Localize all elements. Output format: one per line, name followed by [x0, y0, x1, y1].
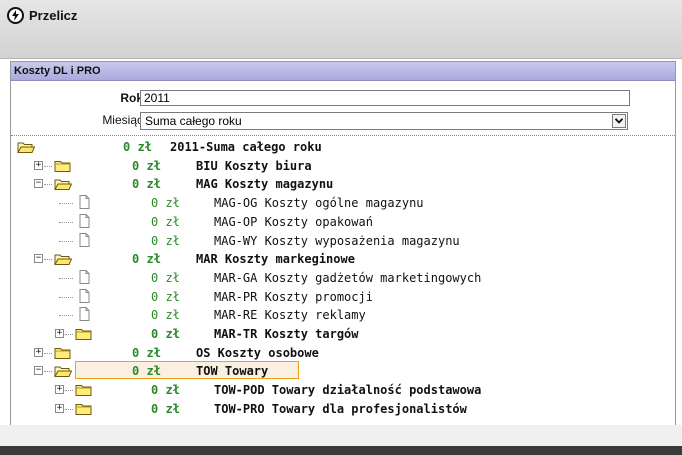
row-amount: 0 zł	[151, 383, 180, 398]
row-amount: 0 zł	[123, 140, 152, 154]
collapse-icon[interactable]: −	[34, 254, 43, 264]
document-icon	[79, 195, 90, 214]
document-icon	[79, 288, 90, 308]
row-label[interactable]: MAG-WY Koszty wyposażenia magazynu	[214, 232, 460, 250]
row-amount: 0 zł	[151, 214, 180, 229]
tree-row[interactable]: +0 zł BIU Koszty biura	[11, 157, 675, 175]
folder-icon[interactable]	[75, 402, 93, 421]
tree-row[interactable]: 0 zł MAR-PR Koszty promocji	[11, 288, 675, 306]
tree-connector	[44, 352, 52, 354]
row-amount: 0 zł	[132, 364, 161, 379]
row-label[interactable]: MAR-RE Koszty reklamy	[214, 306, 366, 324]
lightning-icon	[7, 7, 24, 24]
miesiac-value: Suma całego roku	[145, 114, 242, 128]
tree-row[interactable]: +0 zł MAR-TR Koszty targów	[11, 325, 675, 343]
row-amount: 0 zł	[151, 270, 180, 285]
row-label[interactable]: MAR-PR Koszty promocji	[214, 288, 373, 306]
row-amount: 0 zł	[151, 401, 180, 416]
row-amount: 0 zł	[132, 158, 161, 173]
tree-connector	[59, 203, 73, 205]
row-label[interactable]: MAR Koszty markeginowe	[196, 250, 355, 268]
expand-icon[interactable]: +	[55, 385, 64, 395]
row-amount: 0 zł	[132, 345, 161, 360]
rok-row: Rok 2011	[11, 89, 675, 108]
tree-row[interactable]: − 0 zł TOW Towary	[11, 361, 675, 380]
row-label[interactable]: TOW Towary	[196, 362, 268, 380]
chevron-down-icon[interactable]	[612, 114, 626, 128]
tree-connector	[65, 334, 73, 335]
row-label[interactable]: BIU Koszty biura	[196, 157, 312, 175]
tree-row[interactable]: − 0 zł MAR Koszty markeginowe	[11, 250, 675, 268]
przelicz-label: Przelicz	[29, 8, 78, 23]
row-amount: 0 zł	[132, 177, 161, 192]
miesiac-select[interactable]: Suma całego roku	[140, 112, 628, 130]
expand-icon[interactable]: +	[55, 329, 64, 338]
costs-panel: Koszty DL i PRO Rok 2011 Miesiąc Suma ca…	[10, 61, 676, 447]
tree-connector	[44, 184, 52, 186]
row-label[interactable]: MAG-OP Koszty opakowań	[214, 213, 373, 231]
tree-row[interactable]: 0 zł MAG-WY Koszty wyposażenia magazynu	[11, 232, 675, 250]
tree-row[interactable]: 0 zł 2011-Suma całego roku	[11, 138, 675, 156]
row-label[interactable]: MAG Koszty magazynu	[196, 175, 333, 193]
tree-row[interactable]: 0 zł MAR-GA Koszty gadżetów marketingowyc…	[11, 269, 675, 287]
row-label[interactable]: TOW-PRO Towary dla profesjonalistów	[214, 400, 467, 418]
tree-row[interactable]: 0 zł MAG-OP Koszty opakowań	[11, 213, 675, 231]
row-label[interactable]: OS Koszty osobowe	[196, 344, 319, 362]
row-amount: 0 zł	[132, 252, 161, 267]
tree-connector	[44, 165, 52, 167]
expand-icon[interactable]: +	[34, 160, 43, 170]
row-amount: 0 zł	[151, 327, 180, 341]
row-label[interactable]: 2011-Suma całego roku	[170, 138, 322, 156]
document-icon	[79, 269, 90, 289]
status-area	[0, 425, 682, 446]
przelicz-button[interactable]: Przelicz	[7, 7, 77, 24]
expand-icon[interactable]: +	[34, 347, 43, 357]
tree-row[interactable]: − 0 zł MAG Koszty magazynu	[11, 175, 675, 193]
divider	[11, 135, 675, 136]
tree-row[interactable]: +0 zł TOW-PRO Towary dla profesjonalistów	[11, 400, 675, 418]
miesiac-label: Miesiąc	[102, 113, 143, 127]
miesiac-row: Miesiąc Suma całego roku	[11, 111, 675, 130]
row-amount: 0 zł	[151, 196, 180, 211]
row-label[interactable]: MAR-TR Koszty targów	[214, 325, 359, 343]
document-icon	[79, 232, 90, 252]
toolbar: Przelicz	[0, 0, 682, 59]
tree-row[interactable]: +0 zł OS Koszty osobowe	[11, 344, 675, 362]
tree-row[interactable]: 0 zł MAG-OG Koszty ogólne magazynu	[11, 194, 675, 212]
tree-connector	[44, 371, 52, 373]
bottom-bar	[0, 446, 682, 455]
rok-input[interactable]: 2011	[140, 90, 630, 106]
row-label[interactable]: TOW-POD Towary działalność podstawowa	[214, 381, 481, 399]
row-label[interactable]: MAG-OG Koszty ogólne magazynu	[214, 194, 424, 212]
collapse-icon[interactable]: −	[34, 179, 43, 189]
tree-connector	[65, 390, 73, 392]
document-icon	[79, 213, 90, 233]
collapse-icon[interactable]: −	[34, 366, 43, 376]
tree-connector	[59, 240, 73, 242]
tree-row[interactable]: 0 zł MAR-RE Koszty reklamy	[11, 306, 675, 324]
row-label[interactable]: MAR-GA Koszty gadżetów marketingowych	[214, 269, 481, 287]
tree-connector	[59, 277, 73, 279]
tree-connector	[59, 221, 73, 223]
panel-title: Koszty DL i PRO	[11, 62, 675, 81]
tree-connector	[59, 296, 73, 298]
row-amount: 0 zł	[151, 233, 180, 248]
expand-icon[interactable]: +	[55, 403, 64, 413]
document-icon	[79, 307, 90, 326]
tree-connector	[44, 259, 52, 261]
row-amount: 0 zł	[151, 289, 180, 304]
tree-connector	[59, 315, 73, 317]
tree-connector	[65, 408, 73, 410]
tree-row[interactable]: +0 zł TOW-POD Towary działalność podstawo…	[11, 381, 675, 399]
row-amount: 0 zł	[151, 308, 180, 323]
